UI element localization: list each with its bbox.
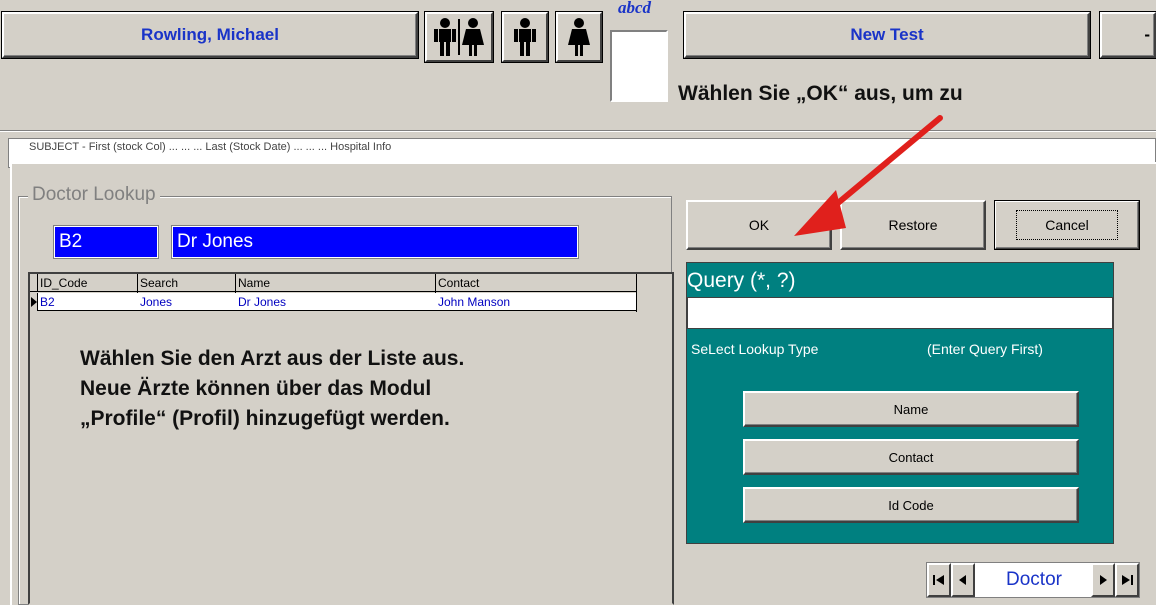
grid-header-row: ID_Code Search Name Contact (30, 274, 636, 310)
grid-indicator-header (30, 274, 38, 292)
new-test-button[interactable]: New Test (684, 12, 1090, 58)
prev-record-icon (959, 575, 966, 585)
prev-record-button[interactable] (951, 563, 975, 597)
list-instruction-line-2: Neue Ärzte können über das Modul (80, 377, 432, 400)
cell-name: Dr Jones (238, 295, 287, 309)
annotation-arrow (794, 115, 943, 236)
lookup-name-button[interactable]: Name (743, 391, 1079, 427)
background-strip-text: SUBJECT - First (stock Col) ... ... ... … (29, 141, 392, 153)
query-panel: Query (*, ?) SeLect Lookup Type (Enter Q… (686, 262, 1114, 544)
female-icon (568, 18, 590, 56)
lookup-name-label: Name (893, 401, 929, 417)
grid-header-name[interactable]: Name (238, 276, 434, 291)
partial-right-button[interactable]: - (1100, 12, 1156, 58)
lookup-id-code-button[interactable]: Id Code (743, 487, 1079, 523)
query-title: Query (*, ?) (687, 269, 796, 292)
grid-header-id-code[interactable]: ID_Code (40, 276, 136, 291)
grid-right-divider (636, 274, 637, 312)
lookup-contact-button[interactable]: Contact (743, 439, 1079, 475)
abcd-label: abcd (618, 0, 652, 17)
last-record-button[interactable] (1115, 563, 1139, 597)
male-icon-button[interactable] (502, 12, 548, 62)
selected-code-field[interactable]: B2 (54, 226, 158, 258)
new-test-label: New Test (850, 25, 924, 44)
patient-name-label: Rowling, Michael (141, 25, 279, 44)
grid-header-search[interactable]: Search (140, 276, 232, 291)
navigator-label: Doctor (1006, 569, 1062, 590)
first-record-button[interactable] (927, 563, 951, 597)
lookup-id-code-label: Id Code (888, 497, 934, 513)
partial-right-label: - (1144, 25, 1150, 44)
cell-id-code: B2 (40, 295, 55, 309)
ok-button-label: OK (748, 217, 770, 233)
top-separator (0, 130, 1156, 132)
query-input[interactable] (687, 297, 1113, 329)
cancel-button[interactable]: Cancel (994, 200, 1140, 250)
next-record-button[interactable] (1091, 563, 1115, 597)
list-instruction-line-3: „Profile“ (Profil) hinzugefügt werden. (80, 407, 450, 430)
list-instruction-line-1: Wählen Sie den Arzt aus der Liste aus. (80, 347, 465, 370)
couple-icon (434, 18, 484, 56)
record-navigator: Doctor (926, 562, 1140, 598)
male-icon (514, 18, 536, 56)
cancel-button-label: Cancel (1016, 210, 1118, 240)
abcd-field[interactable] (610, 30, 668, 102)
last-record-icon (1122, 575, 1133, 585)
row-indicator-icon (30, 293, 38, 311)
cell-contact: John Manson (438, 295, 511, 309)
list-instruction-caption: Wählen Sie den Arzt aus der Liste aus. N… (80, 344, 640, 444)
couple-icon-button[interactable] (425, 12, 493, 62)
lookup-contact-label: Contact (888, 449, 934, 465)
lookup-type-label: SeLect Lookup Type (691, 341, 819, 357)
female-icon-button[interactable] (556, 12, 602, 62)
selected-name-field[interactable]: Dr Jones (172, 226, 578, 258)
lookup-hint: (Enter Query First) (927, 341, 1043, 357)
dialog-title: Doctor Lookup (28, 184, 160, 208)
patient-name-button[interactable]: Rowling, Michael (2, 12, 418, 58)
table-row[interactable]: B2 Jones Dr Jones John Manson (30, 293, 636, 311)
first-record-icon (933, 575, 944, 585)
cell-search: Jones (140, 295, 173, 309)
next-record-icon (1100, 575, 1107, 585)
grid-header-contact[interactable]: Contact (438, 276, 634, 291)
